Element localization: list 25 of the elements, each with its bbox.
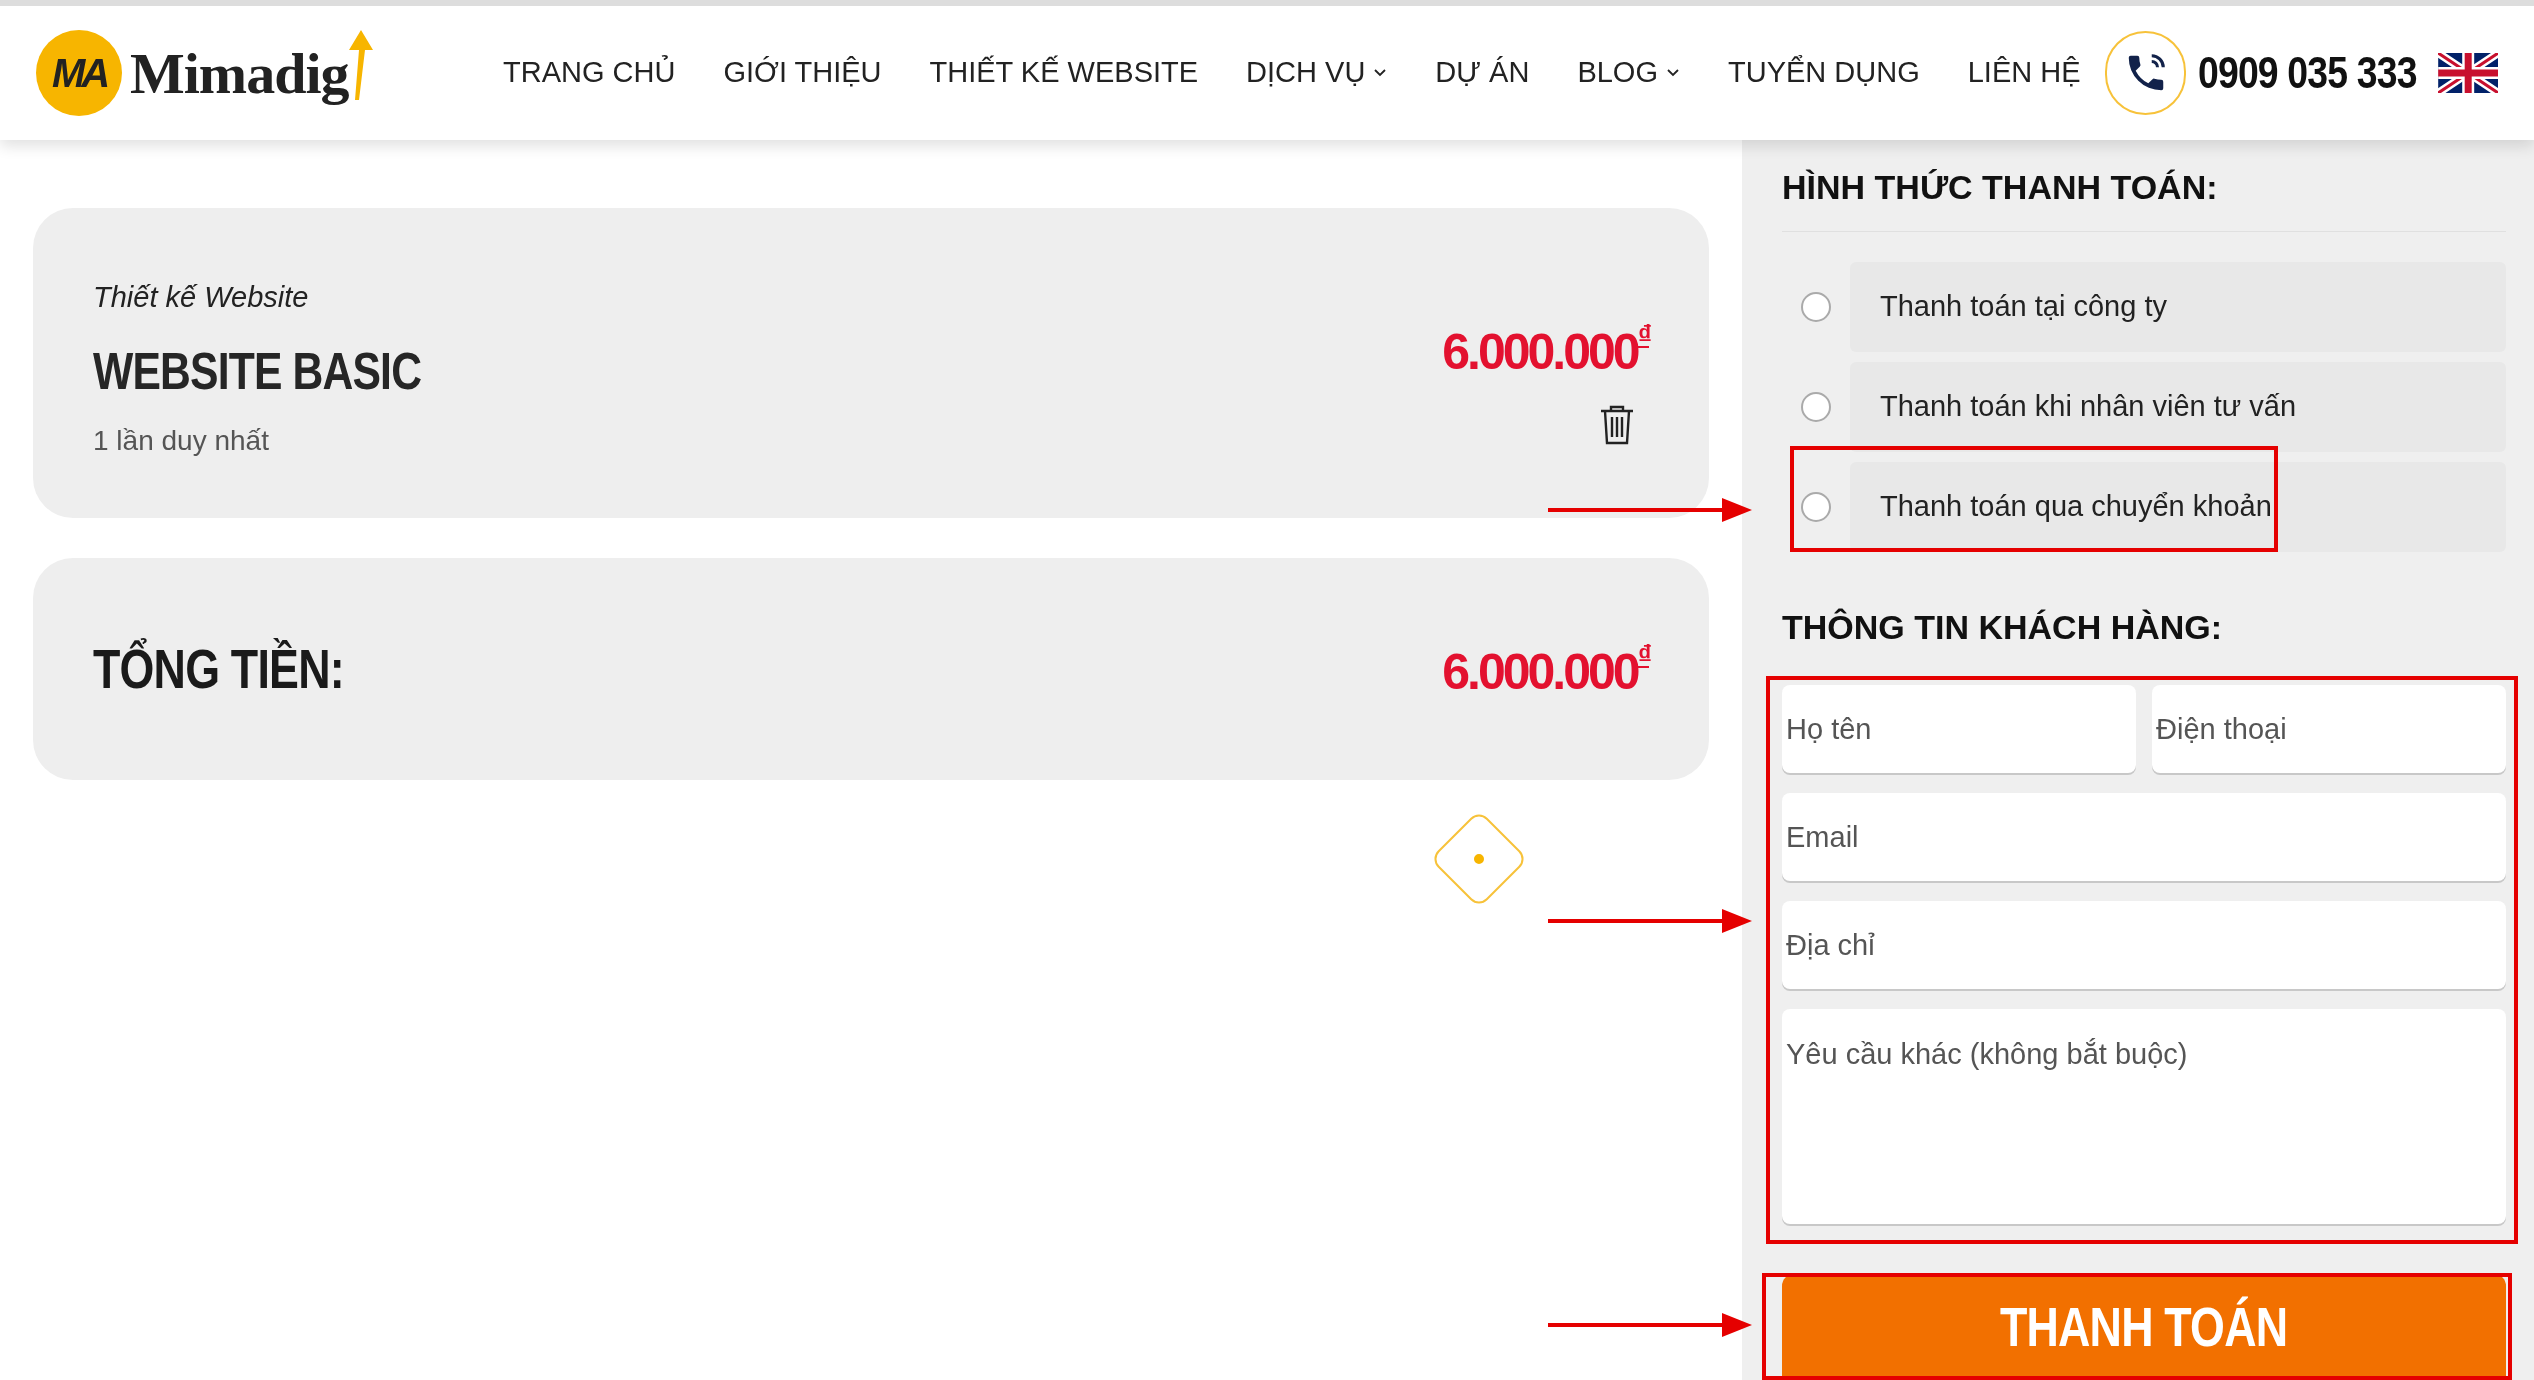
phone-number[interactable]: 0909 035 333: [2198, 40, 2418, 106]
item-category: Thiết kế Website: [93, 280, 310, 315]
logo[interactable]: MA Mimadig: [36, 29, 446, 117]
price: 6.000.000₫: [1442, 318, 1649, 382]
payment-heading: HÌNH THỨC THANH TOÁN:: [1782, 162, 2506, 232]
input-field[interactable]: Địa chỉ: [1782, 901, 2506, 989]
input-field[interactable]: Email: [1782, 793, 2506, 881]
input-field[interactable]: Họ tên: [1782, 685, 2136, 773]
logo-text: Mimadig: [130, 39, 349, 108]
input-field[interactable]: Điện thoại: [2152, 685, 2506, 773]
request-textarea[interactable]: Yêu cầu khác (không bắt buộc): [1782, 1009, 2506, 1224]
total-label: TỔNG TIỀN:: [93, 636, 344, 702]
nav-link[interactable]: THIẾT KẾ WEBSITE: [929, 51, 1199, 95]
logo-mark: MA: [36, 30, 122, 116]
nav-link[interactable]: DỊCH VỤ: [1246, 51, 1388, 95]
item-term: 1 lần duy nhất: [93, 423, 270, 458]
price: 6.000.000₫: [1442, 638, 1649, 702]
nav-link[interactable]: DỰ ÁN: [1435, 51, 1530, 95]
nav-link[interactable]: TUYỂN DỤNG: [1728, 51, 1920, 95]
nav-link[interactable]: GIỚI THIỆU: [723, 51, 882, 95]
customer-heading: THÔNG TIN KHÁCH HÀNG:: [1782, 607, 2224, 648]
nav-link[interactable]: TRANG CHỦ: [503, 51, 676, 95]
item-name: WEBSITE BASIC: [93, 340, 422, 402]
nav-link[interactable]: LIÊN HỆ: [1967, 51, 2081, 95]
nav-link[interactable]: BLOG: [1577, 51, 1680, 95]
